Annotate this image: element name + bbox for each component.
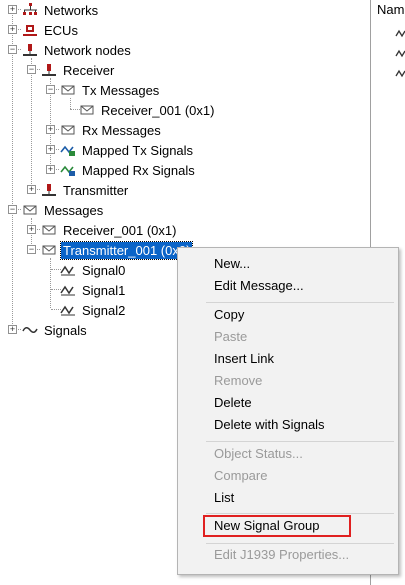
expand-mapped-rx-toggle[interactable]: + (46, 165, 55, 174)
tree-item-label: Mapped Tx Signals (82, 142, 194, 158)
tree-item-tx-messages[interactable]: Tx Messages (60, 80, 161, 100)
menu-item-paste[interactable]: Paste (214, 327, 247, 347)
tree-item-signals[interactable]: Signals (22, 320, 89, 340)
expand-ecus-toggle[interactable]: + (8, 25, 17, 34)
signal-icon (395, 69, 405, 78)
tree-item-label: Receiver_001 (0x1) (63, 222, 177, 238)
wave-icon (22, 327, 38, 333)
node-icon (42, 64, 56, 76)
signal-icon (60, 305, 75, 316)
tree-item-label: ECUs (44, 22, 78, 38)
menu-separator (206, 543, 394, 544)
tree-item-label: Receiver (63, 62, 115, 78)
expand-receiver-001-toggle[interactable]: + (27, 225, 36, 234)
menu-separator (206, 513, 394, 514)
collapse-messages-toggle[interactable]: − (8, 205, 17, 214)
tree-item-signal[interactable]: Signal2 (60, 300, 127, 320)
tree-item-receiver[interactable]: Receiver (41, 60, 116, 80)
network-icon (23, 3, 37, 15)
node-icon (42, 184, 56, 196)
menu-item-insert-link[interactable]: Insert Link (214, 349, 274, 369)
menu-separator (206, 441, 394, 442)
envelope-icon (80, 105, 94, 115)
tree-item-ecus[interactable]: ECUs (22, 20, 80, 40)
context-menu: New... Edit Message... Copy Paste Insert… (177, 247, 399, 575)
tree-item-message-selected[interactable]: Transmitter_001 (0x0) (41, 240, 194, 260)
tree-item-label: Signal0 (82, 262, 126, 278)
tree-item-label: Networks (44, 2, 99, 18)
tree-item-mapped-rx-signals[interactable]: Mapped Rx Signals (60, 160, 197, 180)
menu-item-compare[interactable]: Compare (214, 466, 267, 486)
expand-transmitter-toggle[interactable]: + (27, 185, 36, 194)
expand-signals-toggle[interactable]: + (8, 325, 17, 334)
mapped-signal-icon (60, 145, 75, 156)
menu-item-new[interactable]: New... (214, 254, 250, 274)
envelope-icon (23, 205, 37, 215)
envelope-icon (61, 125, 75, 135)
expand-rx-messages-toggle[interactable]: + (46, 125, 55, 134)
mapped-signal-icon (60, 165, 75, 176)
tree-item-rx-messages[interactable]: Rx Messages (60, 120, 163, 140)
tree-item-label: Signals (44, 322, 87, 338)
node-icon (23, 44, 37, 56)
menu-separator (206, 302, 394, 303)
tree-item-message[interactable]: Receiver_001 (0x1) (41, 220, 178, 240)
envelope-icon (42, 245, 56, 255)
signal-icon (60, 265, 75, 276)
tree-item-signal[interactable]: Signal0 (60, 260, 127, 280)
menu-item-edit-message[interactable]: Edit Message... (214, 276, 304, 296)
tree-item-signal[interactable]: Signal1 (60, 280, 127, 300)
collapse-transmitter-001-toggle[interactable]: − (27, 245, 36, 254)
tree-item-label: Signal2 (82, 302, 126, 318)
tree-item-label: Transmitter (63, 182, 129, 198)
tree-item-messages[interactable]: Messages (22, 200, 105, 220)
tree-item-mapped-tx-signals[interactable]: Mapped Tx Signals (60, 140, 195, 160)
tree-item-label: Transmitter_001 (0x0) (59, 240, 194, 260)
collapse-receiver-toggle[interactable]: − (27, 65, 36, 74)
tree-item-label: Receiver_001 (0x1) (101, 102, 215, 118)
tree-item-label: Messages (44, 202, 104, 218)
tree-item-networks[interactable]: Networks (22, 0, 100, 20)
ecu-icon (23, 25, 37, 36)
tree-item-label: Rx Messages (82, 122, 161, 138)
name-column-header[interactable]: Name (377, 2, 405, 17)
menu-item-copy[interactable]: Copy (214, 305, 244, 325)
tree-item-tx-message[interactable]: Receiver_001 (0x1) (79, 100, 216, 120)
signal-icon (395, 29, 405, 38)
collapse-tx-messages-toggle[interactable]: − (46, 85, 55, 94)
menu-item-delete-with-signals[interactable]: Delete with Signals (214, 415, 325, 435)
signal-icon (395, 49, 405, 58)
tree-item-label: Tx Messages (82, 82, 160, 98)
menu-item-edit-j1939-properties[interactable]: Edit J1939 Properties... (214, 545, 349, 565)
envelope-icon (42, 225, 56, 235)
menu-item-delete[interactable]: Delete (214, 393, 252, 413)
tree-item-label: Network nodes (44, 42, 131, 58)
tree-item-network-nodes[interactable]: Network nodes (22, 40, 133, 60)
expand-networks-toggle[interactable]: + (8, 5, 17, 14)
tree-item-label: Signal1 (82, 282, 126, 298)
menu-item-list[interactable]: List (214, 488, 234, 508)
envelope-icon (61, 85, 75, 95)
expand-mapped-tx-toggle[interactable]: + (46, 145, 55, 154)
collapse-network-nodes-toggle[interactable]: − (8, 45, 17, 54)
tree-item-transmitter[interactable]: Transmitter (41, 180, 130, 200)
menu-item-object-status[interactable]: Object Status... (214, 444, 303, 464)
menu-item-remove[interactable]: Remove (214, 371, 262, 391)
tree-item-label: Mapped Rx Signals (82, 162, 195, 178)
signal-icon (60, 285, 75, 296)
menu-item-new-signal-group[interactable]: New Signal Group (214, 516, 320, 536)
